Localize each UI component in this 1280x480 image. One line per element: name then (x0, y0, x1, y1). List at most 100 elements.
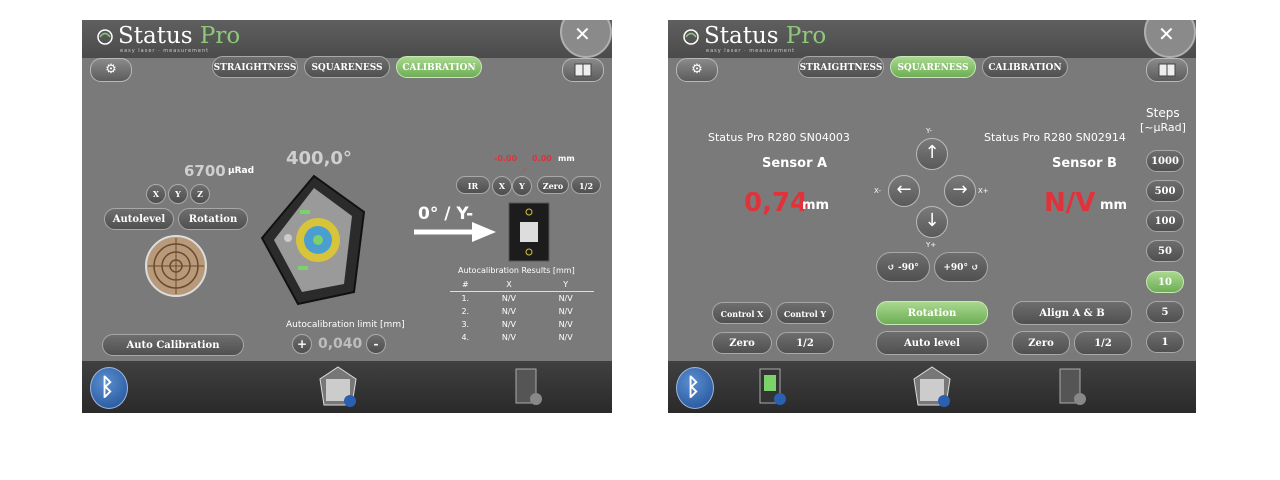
limit-value: 0,040 (318, 336, 363, 352)
footer: ᛒ (668, 361, 1196, 413)
sensor-b-label: Sensor B (1052, 156, 1117, 171)
book-icon (574, 63, 592, 77)
detector-b-bluetooth-icon[interactable] (1058, 367, 1088, 407)
table-row: 1. N/V N/V (461, 294, 573, 303)
ir-button[interactable]: IR (456, 176, 490, 194)
rotation-button[interactable]: Rotation (178, 208, 248, 230)
x-minus-label: X- (874, 187, 881, 195)
bluetooth-button[interactable]: ᛒ (90, 367, 128, 409)
steps-title: Steps (1146, 106, 1180, 120)
results-table: # X Y 1. N/V N/V 2. N/V N/V 3. N/V N/V 4. N/V N/… (450, 278, 594, 344)
close-button[interactable]: ✕ (1144, 20, 1196, 58)
step-10-button[interactable]: 10 (1146, 271, 1184, 293)
auto-calibration-button[interactable]: Auto Calibration (102, 334, 244, 356)
half-b-button[interactable]: 1/2 (1074, 331, 1132, 355)
sensor-b-value: N/V (1044, 188, 1096, 218)
rotation-button[interactable]: Rotation (876, 301, 988, 325)
half-button[interactable]: 1/2 (571, 176, 601, 194)
axis-x-button[interactable]: X (146, 184, 166, 204)
y-plus-label: Y+ (926, 241, 937, 249)
step-50-button[interactable]: 50 (1146, 240, 1184, 262)
close-button[interactable]: ✕ (560, 20, 612, 58)
table-row: 3. N/V N/V (461, 320, 573, 329)
arrow-down-button[interactable]: ↓ (916, 206, 948, 238)
detector-bluetooth-icon[interactable] (514, 367, 544, 407)
sensor-a-id: Status Pro R280 SN04003 (708, 131, 850, 144)
manual-button[interactable] (562, 58, 604, 82)
axis-z-button[interactable]: Z (190, 184, 210, 204)
results-header: # (461, 280, 469, 289)
half-a-button[interactable]: 1/2 (776, 332, 834, 354)
header: Status Pro easy laser · measurement ✕ (668, 20, 1196, 58)
arrow-up-button[interactable]: ↑ (916, 138, 948, 170)
squareness-screen: Status Pro easy laser · measurement ✕ ⚙ … (668, 20, 1196, 413)
rotate-plus-90-button[interactable]: +90° ↺ (934, 252, 988, 282)
results-title: Autocalibration Results [mm] (458, 266, 575, 275)
results-header: Y (563, 280, 569, 289)
zero-button[interactable]: Zero (537, 176, 569, 194)
tab-calibration[interactable]: CALIBRATION (982, 56, 1068, 78)
brand-name: Status Pro (704, 23, 827, 49)
align-a-b-button[interactable]: Align A & B (1012, 301, 1132, 325)
arrow-left-button[interactable]: ← (888, 175, 920, 207)
axis-y-button[interactable]: Y (168, 184, 188, 204)
bluetooth-icon: ᛒ (100, 373, 115, 401)
rotate-minus-90-button[interactable]: ↺ -90° (876, 252, 930, 282)
level-bubble-icon (145, 235, 207, 297)
sensor-unit-bluetooth-icon[interactable] (910, 365, 954, 409)
step-500-button[interactable]: 500 (1146, 180, 1184, 202)
book-icon (1158, 63, 1176, 77)
close-icon: ✕ (1158, 22, 1175, 46)
detector-a-bluetooth-icon[interactable] (758, 367, 788, 407)
control-y-button[interactable]: Control Y (776, 302, 834, 324)
zero-b-button[interactable]: Zero (1012, 331, 1070, 355)
control-x-button[interactable]: Control X (712, 302, 772, 324)
sensor-a-label: Sensor A (762, 156, 828, 171)
sensor-unit-bluetooth-icon[interactable] (316, 365, 360, 409)
urad-unit: µRad (228, 166, 255, 176)
steps-unit: [~µRad] (1140, 121, 1186, 134)
close-icon: ✕ (574, 22, 591, 46)
zero-a-button[interactable]: Zero (712, 332, 772, 354)
bluetooth-button[interactable]: ᛒ (676, 367, 714, 409)
sensor-b-unit: mm (1100, 198, 1128, 213)
manual-button[interactable] (1146, 58, 1188, 82)
step-5-button[interactable]: 5 (1146, 301, 1184, 323)
autolevel-button[interactable]: Autolevel (104, 208, 174, 230)
tab-straightness[interactable]: STRAIGHTNESS (798, 56, 884, 78)
urad-value: 6700 (184, 162, 226, 180)
limit-label: Autocalibration limit [mm] (286, 320, 405, 330)
limit-minus-button[interactable]: - (366, 334, 386, 354)
y-minus-label: Y- (926, 127, 932, 135)
settings-button[interactable]: ⚙ (676, 58, 718, 82)
readout-y: 0.00 (532, 154, 552, 163)
table-row: 2. N/V N/V (461, 307, 573, 316)
auto-level-button[interactable]: Auto level (876, 331, 988, 355)
readout-x: -0.00 (494, 154, 518, 163)
step-1-button[interactable]: 1 (1146, 331, 1184, 353)
tab-squareness[interactable]: SQUARENESS (304, 56, 390, 78)
brand-name: Status Pro (118, 23, 241, 49)
arrow-right-button[interactable]: → (944, 175, 976, 207)
bluetooth-icon: ᛒ (686, 373, 701, 401)
step-100-button[interactable]: 100 (1146, 210, 1184, 232)
sensor-y-button[interactable]: Y (512, 176, 532, 196)
readout-unit: mm (558, 154, 575, 163)
tab-straightness[interactable]: STRAIGHTNESS (212, 56, 298, 78)
sensor-a-unit: mm (802, 198, 830, 213)
tab-calibration[interactable]: CALIBRATION (396, 56, 482, 78)
settings-button[interactable]: ⚙ (90, 58, 132, 82)
gear-icon: ⚙ (105, 62, 117, 77)
sensor-x-button[interactable]: X (492, 176, 512, 196)
step-1000-button[interactable]: 1000 (1146, 150, 1184, 172)
sensor-b-id: Status Pro R280 SN02914 (984, 131, 1126, 144)
x-plus-label: X+ (978, 187, 989, 195)
tab-squareness[interactable]: SQUARENESS (890, 56, 976, 78)
brand-tagline: easy laser · measurement (120, 48, 210, 54)
detector-icon (508, 202, 550, 262)
brand-tagline: easy laser · measurement (706, 48, 796, 54)
limit-plus-button[interactable]: + (292, 334, 312, 354)
results-header: X (506, 280, 512, 289)
gear-icon: ⚙ (691, 62, 703, 77)
calibration-screen: Status Pro easy laser · measurement ✕ ⚙ … (82, 20, 612, 413)
